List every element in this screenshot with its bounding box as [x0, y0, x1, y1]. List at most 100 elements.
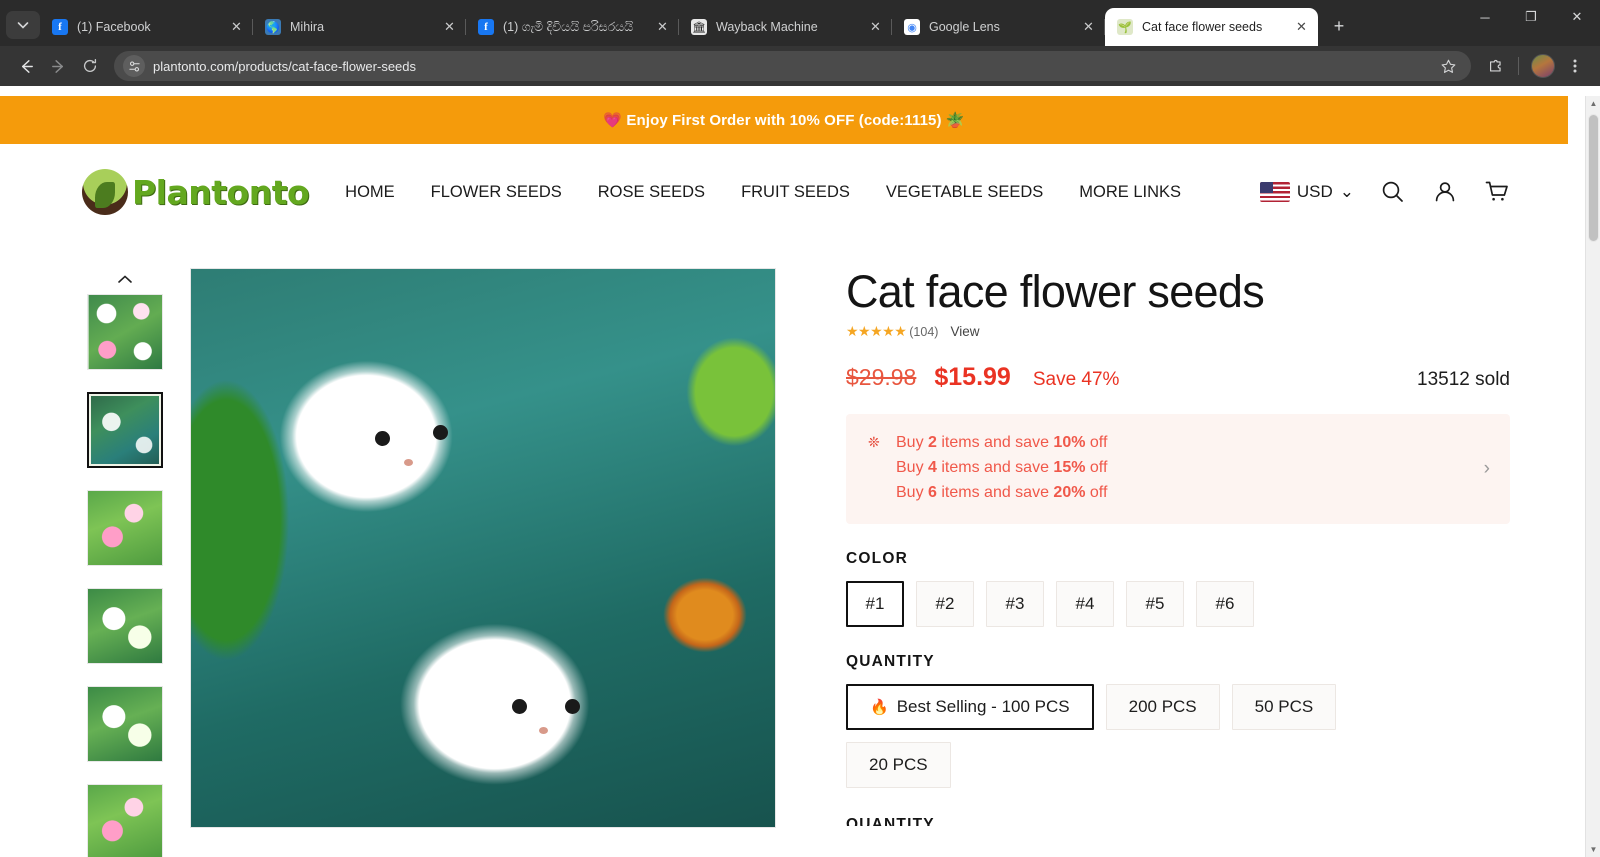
nav-item-home[interactable]: HOME: [345, 183, 395, 202]
tab-facebook-sinhala[interactable]: f (1) ගැමි දිවියයි පරිසරයයි ✕: [466, 8, 679, 46]
browser-menu-button[interactable]: [1560, 51, 1590, 81]
star-rating-icon: ★★★★★: [846, 323, 907, 340]
search-icon: [1382, 181, 1403, 202]
tab-close-button[interactable]: ✕: [1080, 19, 1097, 36]
tab-close-button[interactable]: ✕: [441, 19, 458, 36]
bulk-offer-row: Buy 6 items and save 20% off: [866, 481, 1490, 506]
thumbnail-1[interactable]: [87, 294, 163, 370]
maximize-button[interactable]: ❐: [1508, 0, 1554, 34]
tab-close-button[interactable]: ✕: [228, 19, 245, 36]
rating-row: ★★★★★ (104) View: [846, 323, 1510, 340]
color-option-6[interactable]: #6: [1196, 580, 1254, 627]
tab-wayback-machine[interactable]: 🏛 Wayback Machine ✕: [679, 8, 892, 46]
scroll-down-arrow[interactable]: ▼: [1586, 842, 1600, 857]
thumbnail-4[interactable]: [87, 588, 163, 664]
bulk-qty: 2: [928, 434, 937, 452]
profile-button[interactable]: [1528, 51, 1558, 81]
bulk-qty: 6: [928, 483, 937, 501]
archive-icon: 🏛: [691, 19, 707, 35]
address-bar[interactable]: plantonto.com/products/cat-face-flower-s…: [114, 51, 1471, 81]
quantity-label: QUANTITY: [846, 652, 935, 670]
color-option-3[interactable]: #3: [986, 580, 1044, 627]
page-scrollbar[interactable]: ▲ ▼: [1585, 96, 1600, 857]
save-badge: Save 47%: [1032, 369, 1120, 391]
color-option-4[interactable]: #4: [1056, 580, 1114, 627]
chevron-down-icon: ⌄: [1339, 182, 1354, 201]
puzzle-icon: [1490, 59, 1501, 72]
extensions-button[interactable]: [1481, 51, 1511, 81]
nav-item-more-links[interactable]: MORE LINKS: [1079, 183, 1181, 202]
bulk-discount-box[interactable]: ❊ Buy 2 items and save 10% off Buy 4 ite…: [846, 414, 1510, 524]
nav-item-rose-seeds[interactable]: ROSE SEEDS: [598, 183, 705, 202]
window-controls: ─ ❐ ✕: [1462, 0, 1600, 46]
tab-close-button[interactable]: ✕: [1293, 19, 1310, 36]
thumbnail-6[interactable]: [87, 784, 163, 857]
site-settings-icon[interactable]: [123, 55, 145, 77]
currency-code: USD: [1296, 182, 1333, 201]
page-viewport: 💗 Enjoy First Order with 10% OFF (code:1…: [0, 96, 1600, 857]
review-count: (104): [909, 324, 939, 339]
tab-close-button[interactable]: ✕: [654, 19, 671, 36]
color-option-2[interactable]: #2: [916, 580, 974, 627]
next-section-label-partial: QUANTITY: [846, 815, 935, 826]
bulk-pct: 10%: [1053, 434, 1086, 452]
toolbar-separator: [1518, 57, 1519, 75]
fire-icon: 🔥: [870, 698, 889, 716]
color-option-1[interactable]: #1: [846, 580, 904, 627]
tab-close-button[interactable]: ✕: [867, 19, 884, 36]
thumbnail-5[interactable]: [87, 686, 163, 762]
page-content: 💗 Enjoy First Order with 10% OFF (code:1…: [0, 96, 1568, 857]
plant-logo-icon: [82, 169, 128, 215]
chevron-up-icon: [118, 275, 132, 283]
window-close-button[interactable]: ✕: [1554, 0, 1600, 34]
nav-item-fruit-seeds[interactable]: FRUIT SEEDS: [741, 183, 850, 202]
scroll-up-arrow[interactable]: ▲: [1586, 96, 1600, 111]
tab-search-button[interactable]: [6, 11, 40, 39]
account-button[interactable]: [1432, 179, 1458, 205]
minimize-button[interactable]: ─: [1462, 0, 1508, 34]
back-button[interactable]: [10, 50, 42, 82]
reload-button[interactable]: [74, 50, 106, 82]
quantity-option-100-pcs[interactable]: 🔥 Best Selling - 100 PCS: [846, 683, 1094, 730]
main-product-image[interactable]: [190, 268, 776, 828]
bookmark-button[interactable]: [1433, 51, 1463, 81]
tab-facebook[interactable]: f (1) Facebook ✕: [40, 8, 253, 46]
bulk-mid: items and save: [936, 483, 1054, 501]
tab-title: Cat face flower seeds: [1142, 20, 1263, 34]
bulk-mid: items and save: [936, 434, 1054, 452]
tab-mihira[interactable]: 🌎 Mihira ✕: [253, 8, 466, 46]
currency-selector[interactable]: USD ⌄: [1259, 182, 1354, 202]
color-option-5[interactable]: #5: [1126, 580, 1184, 627]
tab-title: Wayback Machine: [716, 20, 818, 34]
bulk-prefix: Buy: [896, 483, 929, 501]
product-info: Cat face flower seeds ★★★★★ (104) View $…: [776, 268, 1510, 857]
search-button[interactable]: [1380, 179, 1406, 205]
browser-window: f (1) Facebook ✕ 🌎 Mihira ✕ f (1) ගැමි ද…: [0, 0, 1600, 857]
scrollbar-thumb[interactable]: [1588, 114, 1599, 242]
forward-button[interactable]: [42, 50, 74, 82]
tab-cat-face-flower-seeds[interactable]: 🌱 Cat face flower seeds ✕: [1105, 8, 1318, 46]
cart-button[interactable]: [1484, 179, 1510, 205]
quantity-option-20-pcs[interactable]: 20 PCS: [846, 741, 951, 788]
site-header: Plantonto HOME FLOWER SEEDS ROSE SEEDS F…: [0, 144, 1568, 240]
tab-strip: f (1) Facebook ✕ 🌎 Mihira ✕ f (1) ගැමි ද…: [0, 0, 1600, 46]
chevron-right-icon[interactable]: ›: [1484, 458, 1490, 480]
sliders-icon: [128, 61, 140, 71]
tab-google-lens[interactable]: ◉ Google Lens ✕: [892, 8, 1105, 46]
bulk-mid: items and save: [936, 459, 1054, 477]
site-logo[interactable]: Plantonto: [82, 169, 310, 215]
product-gallery: [82, 268, 776, 857]
quantity-options: 🔥 Best Selling - 100 PCS 200 PCS 50 PCS: [846, 683, 1510, 730]
nav-item-flower-seeds[interactable]: FLOWER SEEDS: [431, 183, 562, 202]
thumbnail-image: [88, 589, 162, 663]
quantity-option-200-pcs[interactable]: 200 PCS: [1105, 683, 1220, 730]
gallery-scroll-up-button[interactable]: [117, 268, 133, 290]
view-reviews-link[interactable]: View: [950, 324, 979, 339]
facebook-icon: f: [52, 19, 68, 35]
thumbnail-3[interactable]: [87, 490, 163, 566]
nav-item-vegetable-seeds[interactable]: VEGETABLE SEEDS: [886, 183, 1043, 202]
quantity-option-50-pcs[interactable]: 50 PCS: [1231, 683, 1337, 730]
new-tab-button[interactable]: +: [1324, 11, 1354, 41]
thumbnail-2[interactable]: [87, 392, 163, 468]
product-section: Cat face flower seeds ★★★★★ (104) View $…: [0, 240, 1568, 857]
